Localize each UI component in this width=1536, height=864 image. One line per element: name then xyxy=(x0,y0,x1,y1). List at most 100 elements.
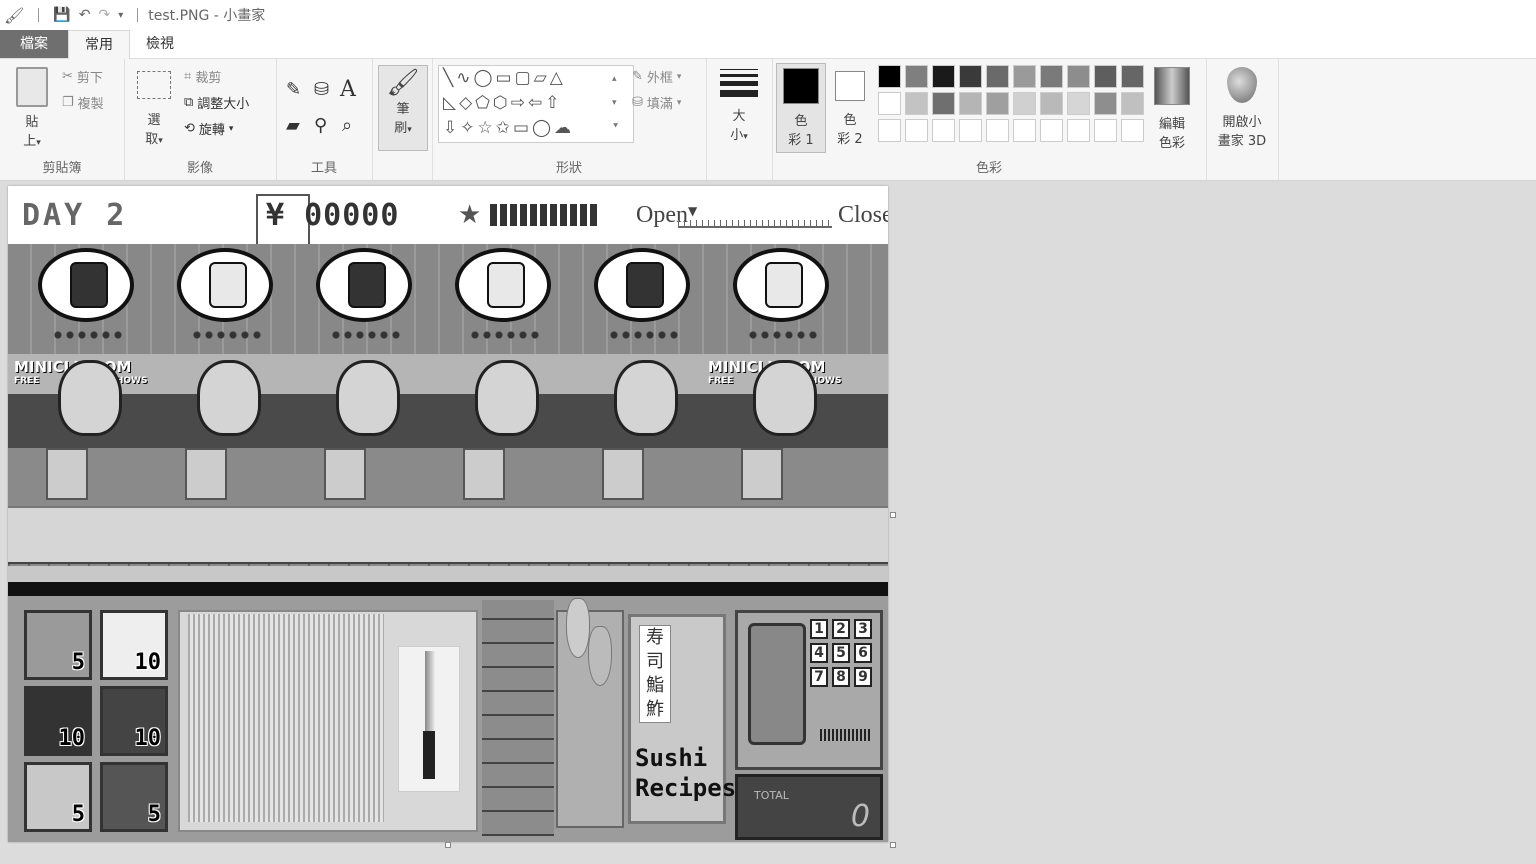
ingredient-count: 10 xyxy=(58,726,86,751)
serving-plate[interactable] xyxy=(46,448,88,500)
palette-swatch[interactable] xyxy=(1013,92,1036,115)
keypad-key[interactable]: 7 xyxy=(810,667,828,687)
customer xyxy=(197,360,261,436)
redo-icon[interactable]: ↷ xyxy=(98,7,110,23)
edit-colors-button[interactable]: 編輯 色彩 xyxy=(1150,67,1194,151)
resize-button[interactable]: ⧉ 調整大小 xyxy=(184,93,249,112)
shapes-scroll[interactable]: ▴ ▾ ⯆ xyxy=(612,67,619,139)
undo-icon[interactable]: ↶ xyxy=(79,7,91,23)
palette-swatch-empty[interactable] xyxy=(959,119,982,142)
ingredient-bin[interactable]: 10 xyxy=(24,686,92,756)
keypad-key[interactable]: 8 xyxy=(832,667,850,687)
tab-home[interactable]: 常用 xyxy=(68,30,130,59)
keypad-key[interactable]: 1 xyxy=(810,619,828,639)
shapes-row-1: ╲∿◯▭▢▱△ xyxy=(443,68,566,88)
cut-label: 剪下 xyxy=(76,71,103,86)
palette-swatch[interactable] xyxy=(986,92,1009,115)
color1-label-2: 彩 1 xyxy=(788,133,814,148)
size-button[interactable]: 大 小▾ xyxy=(716,67,762,143)
ingredient-bin[interactable]: 5 xyxy=(100,762,168,832)
rotate-button[interactable]: ⟲ 旋轉 ▾ xyxy=(184,119,233,138)
keypad-key[interactable]: 9 xyxy=(854,667,872,687)
color2-button[interactable]: 色 彩 2 xyxy=(826,63,874,151)
crop-button[interactable]: ⌗ 裁剪 xyxy=(184,67,221,86)
select-button[interactable]: 選 取▾ xyxy=(134,71,174,147)
save-icon[interactable]: 💾 xyxy=(53,7,70,23)
pencil-icon[interactable]: ✎ xyxy=(286,79,301,100)
ingredient-bin[interactable]: 5 xyxy=(24,762,92,832)
serving-plate[interactable] xyxy=(463,448,505,500)
magnifier-icon[interactable]: ⌕ xyxy=(342,115,352,136)
palette-swatch[interactable] xyxy=(1040,92,1063,115)
palette-swatch[interactable] xyxy=(1013,65,1036,88)
copy-button[interactable]: ❐ 複製 xyxy=(62,93,104,112)
serving-plate[interactable] xyxy=(185,448,227,500)
text-tool-icon[interactable]: A xyxy=(340,77,356,102)
palette-swatch[interactable] xyxy=(1040,65,1063,88)
palette-swatch-empty[interactable] xyxy=(932,119,955,142)
palette-swatch[interactable] xyxy=(905,92,928,115)
patience-dots xyxy=(52,330,122,340)
sushi-recipes-book[interactable]: 寿司鮨鮓 Sushi Recipes xyxy=(628,614,736,824)
outline-button[interactable]: ✎ 外框 ▾ xyxy=(632,67,681,86)
resize-handle-bottom[interactable] xyxy=(445,842,451,848)
color1-button[interactable]: 色 彩 1 xyxy=(776,63,826,153)
tab-view[interactable]: 檢視 xyxy=(130,30,190,58)
palette-swatch[interactable] xyxy=(986,65,1009,88)
customer xyxy=(753,360,817,436)
chevron-down-icon: ▾ xyxy=(407,125,412,135)
sake-tray[interactable] xyxy=(556,598,624,828)
palette-swatch[interactable] xyxy=(1121,65,1144,88)
palette-swatch[interactable] xyxy=(905,65,928,88)
ingredient-bin[interactable]: 5 xyxy=(24,610,92,680)
knife-icon[interactable] xyxy=(398,646,460,792)
palette-swatch[interactable] xyxy=(959,92,982,115)
fill-button[interactable]: ⛁ 填滿 ▾ xyxy=(632,93,681,112)
keypad-key[interactable]: 2 xyxy=(832,619,850,639)
tab-file[interactable]: 檔案 xyxy=(0,30,68,58)
palette-swatch-empty[interactable] xyxy=(1013,119,1036,142)
ingredient-bin[interactable]: 10 xyxy=(100,610,168,680)
palette-swatch[interactable] xyxy=(878,65,901,88)
palette-swatch-empty[interactable] xyxy=(1067,119,1090,142)
palette-swatch[interactable] xyxy=(959,65,982,88)
ingredient-bin[interactable]: 10 xyxy=(100,686,168,756)
keypad-key[interactable]: 3 xyxy=(854,619,872,639)
eraser-icon[interactable]: ▰ xyxy=(286,115,300,136)
palette-swatch[interactable] xyxy=(1067,65,1090,88)
paste-button[interactable]: 貼 上▾ xyxy=(10,65,54,149)
palette-swatch-empty[interactable] xyxy=(1094,119,1117,142)
order-phone[interactable]: 123 456 789 xyxy=(735,610,883,770)
serving-plate[interactable] xyxy=(324,448,366,500)
fill-bucket-icon[interactable]: ⛁ xyxy=(314,79,329,100)
palette-swatch[interactable] xyxy=(1067,92,1090,115)
keypad-key[interactable]: 5 xyxy=(832,643,850,663)
money-display: ¥ 00000 xyxy=(266,198,400,233)
resize-handle-right[interactable] xyxy=(890,512,896,518)
palette-swatch[interactable] xyxy=(1094,65,1117,88)
open-paint3d-button[interactable]: 開啟小 畫家 3D xyxy=(1210,67,1274,149)
drawing-canvas[interactable]: DAY 2 ¥ 00000 ★ Open ▼ Close MINICLIP.CO… xyxy=(8,186,888,842)
palette-swatch[interactable] xyxy=(932,92,955,115)
palette-swatch-empty[interactable] xyxy=(878,119,901,142)
shapes-gallery[interactable]: ╲∿◯▭▢▱△ ◺◇⬠⬡⇨⇦⇧ ⇩✧☆✩▭◯☁ xyxy=(438,65,634,143)
keypad-key[interactable]: 4 xyxy=(810,643,828,663)
palette-swatch[interactable] xyxy=(878,92,901,115)
keypad-key[interactable]: 6 xyxy=(854,643,872,663)
size-label-2: 小 xyxy=(730,128,744,143)
sushi-order-icon xyxy=(765,262,803,308)
palette-swatch-empty[interactable] xyxy=(1040,119,1063,142)
palette-swatch[interactable] xyxy=(932,65,955,88)
serving-plate[interactable] xyxy=(741,448,783,500)
palette-swatch-empty[interactable] xyxy=(1121,119,1144,142)
cut-button[interactable]: ✂ 剪下 xyxy=(62,67,103,86)
resize-handle-corner[interactable] xyxy=(890,842,896,848)
palette-swatch-empty[interactable] xyxy=(986,119,1009,142)
brushes-button[interactable]: 🖌 筆 刷▾ xyxy=(378,65,428,151)
color-picker-icon[interactable]: ⚲ xyxy=(314,115,327,136)
palette-swatch[interactable] xyxy=(1094,92,1117,115)
customize-quick-access-icon[interactable]: ▾ xyxy=(118,10,123,21)
palette-swatch[interactable] xyxy=(1121,92,1144,115)
palette-swatch-empty[interactable] xyxy=(905,119,928,142)
serving-plate[interactable] xyxy=(602,448,644,500)
